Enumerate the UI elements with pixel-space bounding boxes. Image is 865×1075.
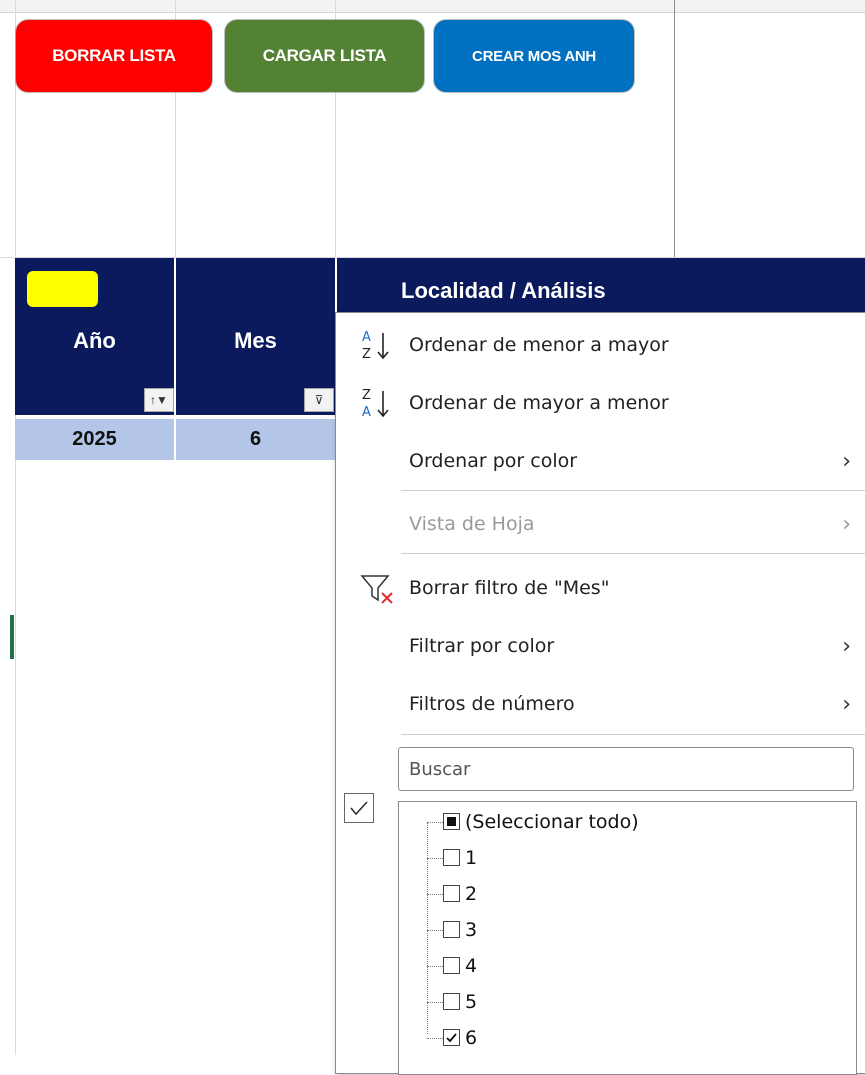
cargar-lista-button[interactable]: CARGAR LISTA: [225, 20, 424, 92]
search-input[interactable]: Buscar: [398, 747, 854, 791]
menu-label: Ordenar de menor a mayor: [409, 334, 669, 356]
cell-ano[interactable]: 2025: [15, 419, 174, 460]
svg-text:Z: Z: [362, 388, 371, 403]
filter-dropdown-menu: A Z Ordenar de menor a mayor Z A Ordenar…: [335, 312, 865, 1075]
menu-separator: [401, 490, 865, 491]
tree-line: [427, 1002, 443, 1003]
column-header-strip: [0, 0, 865, 13]
clear-filter-icon: [360, 575, 393, 604]
list-item-label: 2: [465, 883, 478, 905]
menu-number-filters[interactable]: Filtros de número ›: [336, 681, 865, 727]
tree-line: [427, 894, 443, 895]
menu-label: Vista de Hoja: [409, 513, 535, 535]
tree-line: [427, 966, 443, 967]
checkbox[interactable]: [443, 993, 460, 1010]
sort-a-to-z-icon: A Z: [362, 330, 389, 362]
menu-label: Filtrar por color: [409, 635, 555, 657]
menu-sort-ascending[interactable]: A Z Ordenar de menor a mayor: [336, 322, 865, 368]
filter-button-mes[interactable]: ⊽: [304, 388, 334, 412]
list-item-label: 6: [465, 1027, 478, 1049]
menu-label: Filtros de número: [409, 693, 575, 715]
gridline: [15, 0, 16, 1055]
chevron-right-icon: ›: [842, 511, 851, 537]
highlight-marker: [27, 271, 98, 307]
menu-label: Ordenar por color: [409, 450, 578, 472]
filter-active-icon: ⊽: [314, 393, 324, 407]
menu-filter-by-color[interactable]: Filtrar por color ›: [336, 623, 865, 669]
svg-text:A: A: [362, 330, 371, 345]
menu-separator: [401, 734, 865, 735]
chevron-right-icon: ›: [842, 448, 851, 474]
tree-line: [427, 822, 443, 823]
cell-mes[interactable]: 6: [176, 419, 335, 460]
sort-filter-button-ano[interactable]: ↑▼: [144, 388, 174, 412]
checkbox[interactable]: [443, 957, 460, 974]
chevron-right-icon: ›: [842, 691, 851, 717]
crear-mos-anh-button[interactable]: CREAR MOS ANH: [434, 20, 634, 92]
tree-line: [427, 930, 443, 931]
menu-sheet-view: Vista de Hoja ›: [336, 501, 865, 547]
filter-values-list: (Seleccionar todo) 1 2 3 4 5 6: [398, 801, 857, 1075]
menu-sort-by-color[interactable]: Ordenar por color ›: [336, 438, 865, 484]
chevron-right-icon: ›: [842, 633, 851, 659]
menu-label: Ordenar de mayor a menor: [409, 392, 669, 414]
tree-line: [427, 858, 443, 859]
sort-z-to-a-icon: Z A: [362, 388, 389, 420]
borrar-lista-button[interactable]: BORRAR LISTA: [16, 20, 212, 92]
checkbox[interactable]: [443, 849, 460, 866]
partial-checkbox[interactable]: [443, 813, 460, 830]
menu-clear-filter[interactable]: Borrar filtro de "Mes": [336, 565, 865, 611]
svg-text:A: A: [362, 405, 371, 420]
list-item-label: 1: [465, 847, 478, 869]
sort-filter-icon: ↑▼: [150, 393, 168, 407]
menu-sort-descending[interactable]: Z A Ordenar de mayor a menor: [336, 380, 865, 426]
list-item-label: 4: [465, 955, 478, 977]
tree-line: [427, 1038, 443, 1039]
checkbox[interactable]: [443, 921, 460, 938]
menu-separator: [401, 553, 865, 554]
header-label-mes: Mes: [234, 328, 277, 353]
header-label-ano: Año: [73, 328, 116, 353]
list-item-label: 3: [465, 919, 478, 941]
checked-checkbox[interactable]: [443, 1029, 460, 1046]
checkmark-icon: [344, 793, 374, 823]
list-item-label: (Seleccionar todo): [465, 811, 639, 833]
svg-text:Z: Z: [362, 347, 371, 362]
menu-label: Borrar filtro de "Mes": [409, 577, 610, 599]
active-cell-marker: [10, 615, 14, 659]
header-label-localidad: Localidad / Análisis: [401, 278, 606, 303]
gridline: [674, 0, 675, 258]
checkbox[interactable]: [443, 885, 460, 902]
list-item-label: 5: [465, 991, 478, 1013]
